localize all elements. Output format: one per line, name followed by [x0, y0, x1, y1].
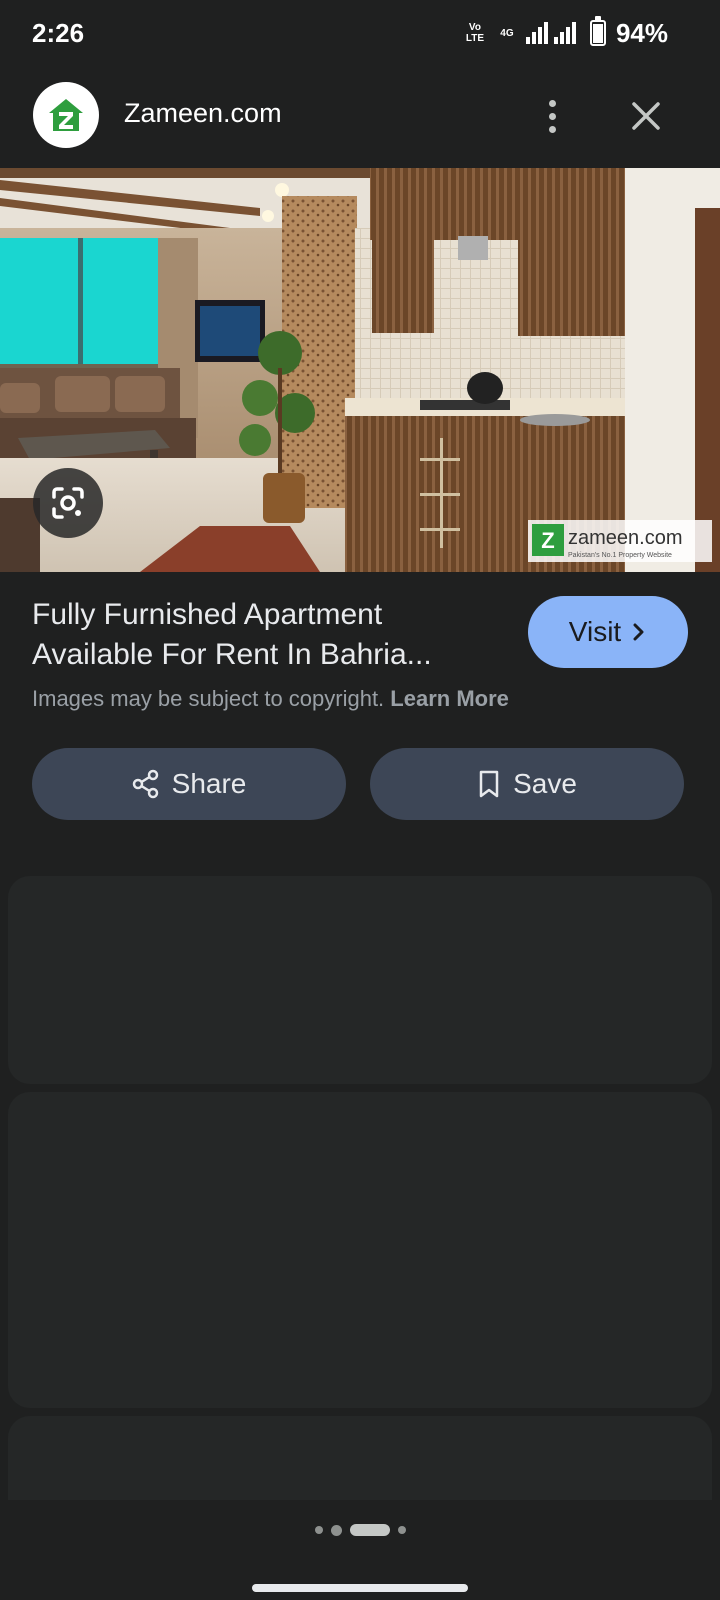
copyright-text: Images may be subject to copyright. — [32, 686, 385, 711]
page-dot-active — [349, 1524, 390, 1536]
more-vert-icon[interactable] — [530, 94, 574, 138]
page-dot — [330, 1524, 342, 1536]
battery-icon — [589, 16, 606, 46]
network-type-icon: Vo LTE — [465, 22, 485, 44]
signal-strength-icon-2 — [553, 22, 576, 44]
watermark-subtext: Pakistan's No.1 Property Website — [568, 552, 672, 559]
watermark-text: zameen.com — [568, 527, 683, 549]
bottom-bar — [0, 1500, 720, 1600]
battery-percentage: 94% — [615, 17, 668, 48]
result-title-line-2: Available For Rent In Bahria... — [32, 638, 432, 671]
google-lens-icon[interactable] — [33, 468, 103, 538]
result-title[interactable]: Fully Furnished Apartment Available For … — [32, 595, 502, 675]
learn-more-link[interactable]: Learn More — [390, 686, 509, 711]
loading-card — [8, 1092, 712, 1408]
network-4g-icon: 4G — [500, 27, 514, 39]
status-icons: Vo LTE 4G 94% — [462, 16, 668, 48]
status-time: 2:26 — [32, 18, 85, 48]
page-indicator — [0, 1524, 720, 1536]
visit-button[interactable]: Visit — [528, 596, 688, 668]
save-button[interactable]: Save — [370, 748, 684, 820]
bookmark-icon — [479, 770, 499, 798]
result-image[interactable]: Z zameen.com Pakistan's No.1 Property We… — [0, 168, 720, 572]
status-bar: 2:26 Vo LTE 4G 94% — [0, 0, 720, 66]
home-indicator[interactable] — [252, 1584, 468, 1592]
zameen-logo-icon[interactable] — [33, 82, 99, 148]
close-icon[interactable] — [626, 96, 666, 136]
share-icon — [132, 769, 158, 799]
share-button[interactable]: Share — [32, 748, 346, 820]
visit-label: Visit — [568, 616, 622, 647]
share-label: Share — [171, 768, 247, 799]
svg-text:Z: Z — [541, 528, 554, 553]
site-name[interactable]: Zameen.com — [124, 98, 282, 129]
header: Zameen.com — [0, 66, 720, 166]
page-dot — [397, 1526, 406, 1534]
page-dot — [314, 1526, 323, 1534]
save-label: Save — [513, 768, 577, 799]
result-title-line-1: Fully Furnished Apartment — [32, 598, 383, 631]
loading-card — [8, 876, 712, 1084]
chevron-right-icon — [633, 623, 644, 641]
copyright-notice: Images may be subject to copyright. Lear… — [32, 686, 509, 712]
signal-strength-icon — [525, 22, 548, 44]
